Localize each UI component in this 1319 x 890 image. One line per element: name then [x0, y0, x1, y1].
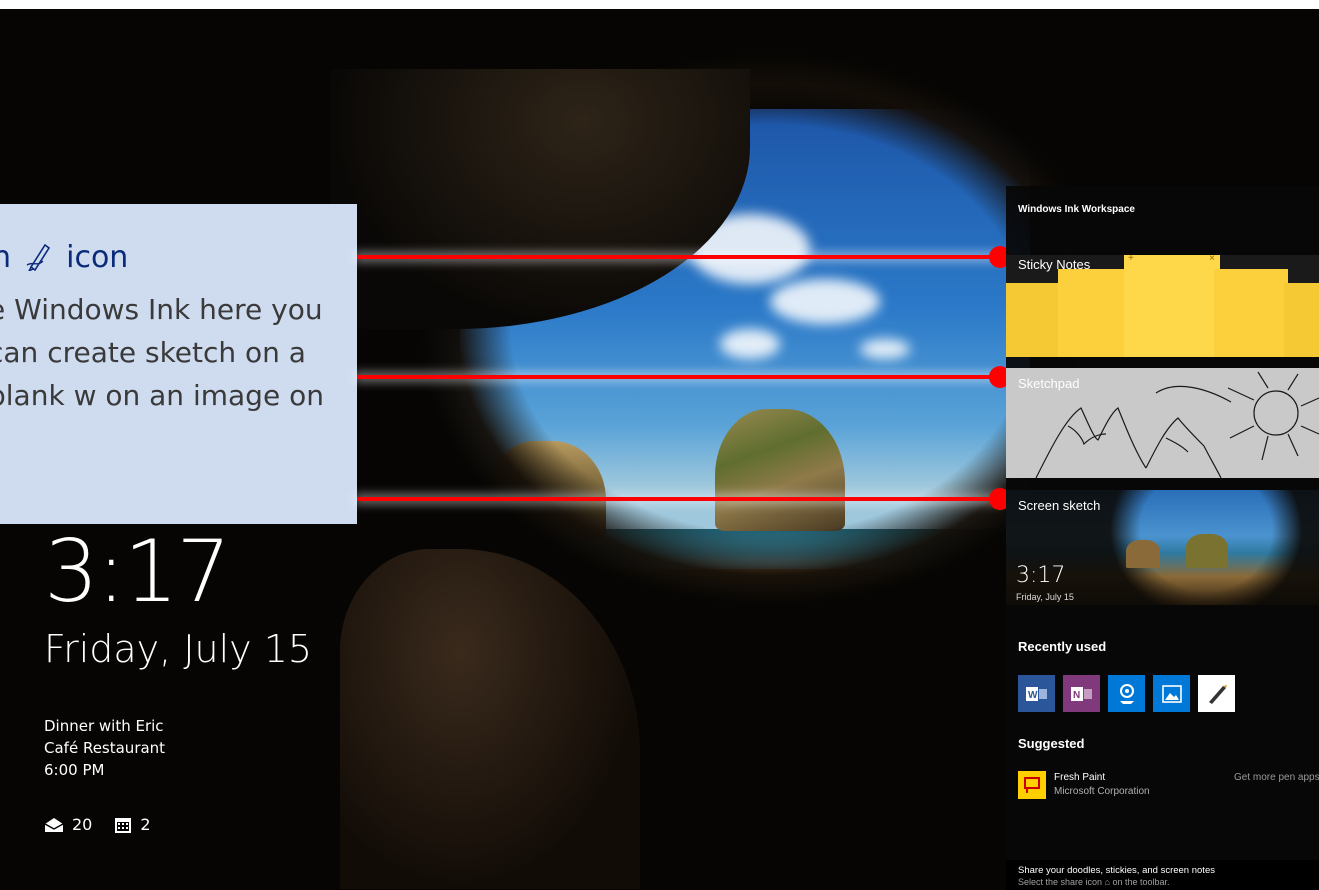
- screen-sketch-tile[interactable]: Screen sketch 3:17 Friday, July 15: [1006, 490, 1319, 605]
- sticky-note: + ×: [1124, 255, 1220, 357]
- mail-icon: [44, 817, 64, 832]
- windows-ink-workspace-panel: Windows Ink Workspace + × Sticky Notes S…: [1006, 186, 1319, 890]
- calendar-badge: 2: [114, 815, 151, 834]
- event-title: Dinner with Eric: [44, 717, 164, 735]
- callout-heading-prefix: n: [0, 240, 12, 275]
- screenshot-frame: 3:17 Friday, July 15 Dinner with Eric Ca…: [0, 9, 1319, 890]
- fresh-paint-icon: [1018, 771, 1046, 799]
- sticky-notes-label: Sticky Notes: [1018, 257, 1091, 272]
- suggested-heading: Suggested: [1018, 736, 1085, 751]
- add-note-icon: +: [1128, 255, 1134, 264]
- pen-icon: [26, 243, 50, 273]
- lock-time: 3:17: [44, 522, 231, 622]
- svg-text:N: N: [1073, 690, 1080, 701]
- sketchpad-label: Sketchpad: [1018, 376, 1080, 391]
- suggested-app-row[interactable]: Fresh Paint Microsoft Corporation Get mo…: [1018, 771, 1319, 801]
- tutorial-callout: n icon e Windows Ink here you can create…: [0, 204, 357, 524]
- preview-rock: [1186, 534, 1228, 568]
- share-footer-hint: Select the share icon ⌂ on the toolbar.: [1018, 877, 1170, 887]
- word-icon[interactable]: W: [1018, 675, 1055, 712]
- recently-used-heading: Recently used: [1018, 639, 1107, 654]
- event-time: 6:00 PM: [44, 761, 105, 779]
- pointer-line-screen-sketch: [357, 497, 1000, 501]
- sticky-note: [1006, 283, 1064, 357]
- event-location: Café Restaurant: [44, 739, 166, 757]
- calendar-icon: [115, 817, 132, 833]
- pointer-line-sketchpad: [357, 375, 1000, 379]
- share-footer: Share your doodles, stickies, and screen…: [1006, 860, 1319, 890]
- callout-heading-suffix: icon: [66, 240, 129, 275]
- preview-time: 3:17: [1016, 563, 1066, 588]
- recent-apps: W N: [1018, 675, 1235, 712]
- get-more-pen-apps-link[interactable]: Get more pen apps: [1234, 772, 1319, 783]
- sketchpad-tile[interactable]: Sketchpad: [1006, 368, 1319, 478]
- mail-count: 20: [72, 815, 93, 834]
- sticky-notes-tile[interactable]: + × Sticky Notes: [1006, 255, 1319, 357]
- lock-screen-info: 3:17 Friday, July 15 Dinner with Eric Ca…: [44, 529, 312, 834]
- svg-text:W: W: [1028, 690, 1038, 701]
- callout-body: e Windows Ink here you can create sketch…: [0, 293, 324, 412]
- lock-date: Friday, July 15: [44, 627, 313, 671]
- panel-title: Windows Ink Workspace: [1018, 204, 1135, 215]
- share-footer-title: Share your doodles, stickies, and screen…: [1018, 865, 1215, 876]
- screen-sketch-label: Screen sketch: [1018, 498, 1101, 513]
- pen-app-icon[interactable]: [1198, 675, 1235, 712]
- sticky-note: [1214, 269, 1288, 357]
- calendar-count: 2: [140, 815, 151, 834]
- pointer-line-sticky-notes: [357, 255, 1000, 259]
- callout-heading: n icon: [0, 240, 128, 275]
- preview-rock: [1126, 540, 1160, 568]
- suggested-app-publisher: Microsoft Corporation: [1054, 786, 1150, 797]
- onenote-icon[interactable]: N: [1063, 675, 1100, 712]
- photos-icon[interactable]: [1153, 675, 1190, 712]
- notification-badges: 20 2: [44, 815, 312, 834]
- sticky-note: [1284, 283, 1319, 357]
- mail-badge: 20: [44, 815, 92, 834]
- calendar-event: Dinner with Eric Café Restaurant 6:00 PM: [44, 715, 312, 781]
- suggested-app-name: Fresh Paint: [1054, 772, 1106, 783]
- maps-icon[interactable]: [1108, 675, 1145, 712]
- sticky-note: [1058, 269, 1128, 357]
- close-icon: ×: [1209, 255, 1215, 264]
- preview-date: Friday, July 15: [1016, 592, 1074, 602]
